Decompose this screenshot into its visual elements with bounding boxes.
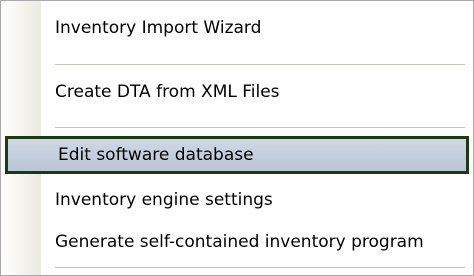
menu-item-inventory-import-wizard[interactable]: Inventory Import Wizard xyxy=(1,9,473,47)
menu-item-label: Edit software database xyxy=(58,145,254,165)
context-menu: Inventory Import Wizard Create DTA from … xyxy=(0,0,474,276)
menu-item-edit-software-database[interactable]: Edit software database xyxy=(5,136,469,174)
menu-item-generate-self-contained-inventory-program[interactable]: Generate self-contained inventory progra… xyxy=(1,223,473,261)
menu-separator xyxy=(55,267,465,268)
menu-item-label: Generate self-contained inventory progra… xyxy=(55,232,424,252)
menu-separator xyxy=(55,127,465,128)
menu-item-label: Inventory engine settings xyxy=(55,190,273,210)
menu-item-label: Inventory Import Wizard xyxy=(55,18,262,38)
menu-item-create-dta-from-xml-files[interactable]: Create DTA from XML Files xyxy=(1,73,473,111)
menu-item-inventory-engine-settings[interactable]: Inventory engine settings xyxy=(1,181,473,219)
menu-item-label: Create DTA from XML Files xyxy=(55,82,280,102)
menu-separator xyxy=(55,64,465,65)
